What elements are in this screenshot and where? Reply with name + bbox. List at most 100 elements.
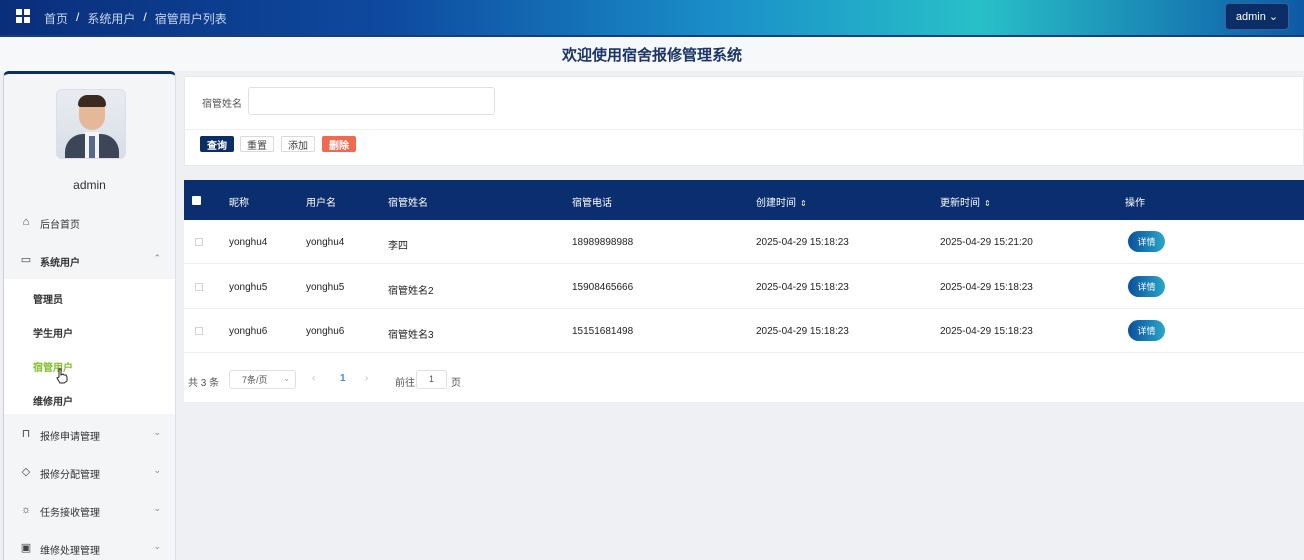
table-row: yonghu6 yonghu6 宿管姓名3 15151681498 2025-0… <box>184 309 1304 353</box>
chevron-down-icon: ⌄ <box>153 427 161 437</box>
sidebar-subitem-repair-users[interactable]: 维修用户 <box>33 393 73 408</box>
tag-icon: ◇ <box>21 466 31 478</box>
sidebar: admin ⌂ 后台首页 ▭ 系统用户 ⌃ 管理员 学生用户 宿管用户 维修用户… <box>3 71 176 560</box>
sidebar-item-label: 后台首页 <box>40 220 80 231</box>
top-navbar: 首页 / 系统用户 / 宿管用户列表 admin ⌄ <box>0 0 1304 35</box>
row-checkbox[interactable] <box>195 238 203 246</box>
breadcrumb-home[interactable]: 首页 <box>44 10 68 27</box>
sun-icon: ☼ <box>20 504 32 516</box>
column-header-manager-name: 宿管姓名 <box>388 198 428 209</box>
page-unit-label: 页 <box>451 378 461 389</box>
sidebar-item-task-receive[interactable]: ☼ 任务接收管理 ⌄ <box>4 493 175 527</box>
table-header: 昵称 用户名 宿管姓名 宿管电话 创建时间 ⇕ 更新时间 ⇕ 操作 <box>184 180 1304 220</box>
next-page-icon[interactable]: › <box>365 373 368 384</box>
cell-created: 2025-04-29 15:18:23 <box>756 237 849 248</box>
breadcrumb-current: 宿管用户列表 <box>154 12 227 26</box>
cell-updated: 2025-04-29 15:21:20 <box>940 237 1033 248</box>
bookmark-icon: ⊓ <box>21 428 31 440</box>
row-checkbox[interactable] <box>195 327 203 335</box>
cell-username: yonghu5 <box>306 282 345 293</box>
cell-manager-name: 李四 <box>388 241 408 252</box>
sidebar-subitem-students[interactable]: 学生用户 <box>33 325 73 340</box>
chevron-down-icon: ⌄ <box>153 465 161 475</box>
breadcrumb: 首页 / 系统用户 / 宿管用户列表 <box>44 10 227 27</box>
sidebar-item-repair-assignment[interactable]: ◇ 报修分配管理 ⌄ <box>4 455 175 489</box>
table-row: yonghu5 yonghu5 宿管姓名2 15908465666 2025-0… <box>184 265 1304 309</box>
submenu-system-users: 管理员 学生用户 宿管用户 维修用户 <box>4 279 175 414</box>
column-header-manager-phone: 宿管电话 <box>572 198 612 209</box>
cell-phone: 18989898988 <box>572 237 634 248</box>
sidebar-item-label: 报修申请管理 <box>40 432 100 443</box>
admin-label: admin <box>1235 10 1266 23</box>
prev-page-icon[interactable]: ‹ <box>312 373 315 384</box>
column-header-actions: 操作 <box>1125 198 1145 209</box>
reset-button[interactable]: 重置 <box>240 136 274 152</box>
cell-updated: 2025-04-29 15:18:23 <box>940 326 1033 337</box>
cell-manager-name: 宿管姓名3 <box>388 330 434 341</box>
page-size-select[interactable]: 7条/页 ⌄ <box>229 370 296 389</box>
page-title: 欢迎使用宿舍报修管理系统 <box>561 47 742 64</box>
column-header-created[interactable]: 创建时间 ⇕ <box>756 194 807 209</box>
sidebar-username: admin <box>73 178 106 192</box>
chevron-down-icon: ⌄ <box>153 503 161 513</box>
cell-username: yonghu6 <box>306 326 345 337</box>
detail-button[interactable]: 详情 <box>1128 320 1165 341</box>
cell-updated: 2025-04-29 15:18:23 <box>940 282 1033 293</box>
total-count: 共 3 条 <box>188 378 220 389</box>
breadcrumb-system-users[interactable]: 系统用户 <box>87 10 135 27</box>
sort-icon[interactable]: ⇕ <box>984 199 991 208</box>
avatar <box>56 89 126 159</box>
search-panel: 宿管姓名 查询 重置 添加 删除 <box>184 76 1304 166</box>
column-header-label: 创建时间 <box>756 198 796 209</box>
query-button[interactable]: 查询 <box>200 136 234 152</box>
table-row: yonghu4 yonghu4 李四 18989898988 2025-04-2… <box>184 220 1304 264</box>
sidebar-item-label: 维修处理管理 <box>40 546 100 557</box>
goto-page-input[interactable]: 1 <box>416 370 447 389</box>
column-header-label: 更新时间 <box>940 198 980 209</box>
home-icon: ⌂ <box>22 216 30 228</box>
sidebar-item-system-users[interactable]: ▭ 系统用户 ⌃ <box>4 243 175 277</box>
sidebar-item-label: 任务接收管理 <box>40 508 100 519</box>
inbox-icon: ▣ <box>20 542 32 554</box>
column-header-updated[interactable]: 更新时间 ⇕ <box>940 194 991 209</box>
sidebar-subitem-admin[interactable]: 管理员 <box>33 291 63 306</box>
apps-grid-icon[interactable] <box>16 9 30 23</box>
chevron-up-icon: ⌃ <box>153 253 161 263</box>
sort-icon[interactable]: ⇕ <box>800 199 807 208</box>
select-all-checkbox[interactable] <box>192 196 201 205</box>
detail-button[interactable]: 详情 <box>1128 231 1165 252</box>
cell-manager-name: 宿管姓名2 <box>388 286 434 297</box>
detail-button[interactable]: 详情 <box>1128 276 1165 297</box>
page-size-value: 7条/页 <box>242 375 268 385</box>
admin-dropdown-button[interactable]: admin ⌄ <box>1225 3 1289 30</box>
cell-username: yonghu4 <box>306 237 345 248</box>
chevron-down-icon: ⌄ <box>283 374 290 383</box>
cell-nickname: yonghu4 <box>229 237 268 248</box>
column-header-nickname: 昵称 <box>229 198 249 209</box>
column-header-username: 用户名 <box>306 198 336 209</box>
delete-button[interactable]: 删除 <box>322 136 356 152</box>
sidebar-item-label: 报修分配管理 <box>40 470 100 481</box>
manager-name-input[interactable] <box>248 87 495 115</box>
cell-phone: 15151681498 <box>572 326 634 337</box>
goto-label: 前往 <box>395 378 415 389</box>
row-checkbox[interactable] <box>195 283 203 291</box>
cell-nickname: yonghu5 <box>229 282 268 293</box>
cell-created: 2025-04-29 15:18:23 <box>756 326 849 337</box>
cell-created: 2025-04-29 15:18:23 <box>756 282 849 293</box>
hand-cursor-icon <box>56 368 68 384</box>
pagination: 共 3 条 7条/页 ⌄ ‹ 1 › 前往 1 页 <box>184 358 1304 402</box>
breadcrumb-separator: / <box>143 10 147 24</box>
chevron-down-icon: ⌄ <box>153 541 161 551</box>
sidebar-item-label: 系统用户 <box>40 258 80 269</box>
breadcrumb-separator: / <box>76 10 80 24</box>
add-button[interactable]: 添加 <box>281 136 315 152</box>
monitor-icon: ▭ <box>20 254 32 266</box>
current-page[interactable]: 1 <box>340 373 346 384</box>
chevron-down-icon: ⌄ <box>1268 11 1279 23</box>
sidebar-item-repair-processing[interactable]: ▣ 维修处理管理 ⌄ <box>4 531 175 560</box>
sidebar-item-repair-requests[interactable]: ⊓ 报修申请管理 ⌄ <box>4 417 175 451</box>
sidebar-item-dashboard[interactable]: ⌂ 后台首页 <box>4 205 175 239</box>
search-label: 宿管姓名 <box>202 99 242 110</box>
divider <box>185 129 1303 130</box>
